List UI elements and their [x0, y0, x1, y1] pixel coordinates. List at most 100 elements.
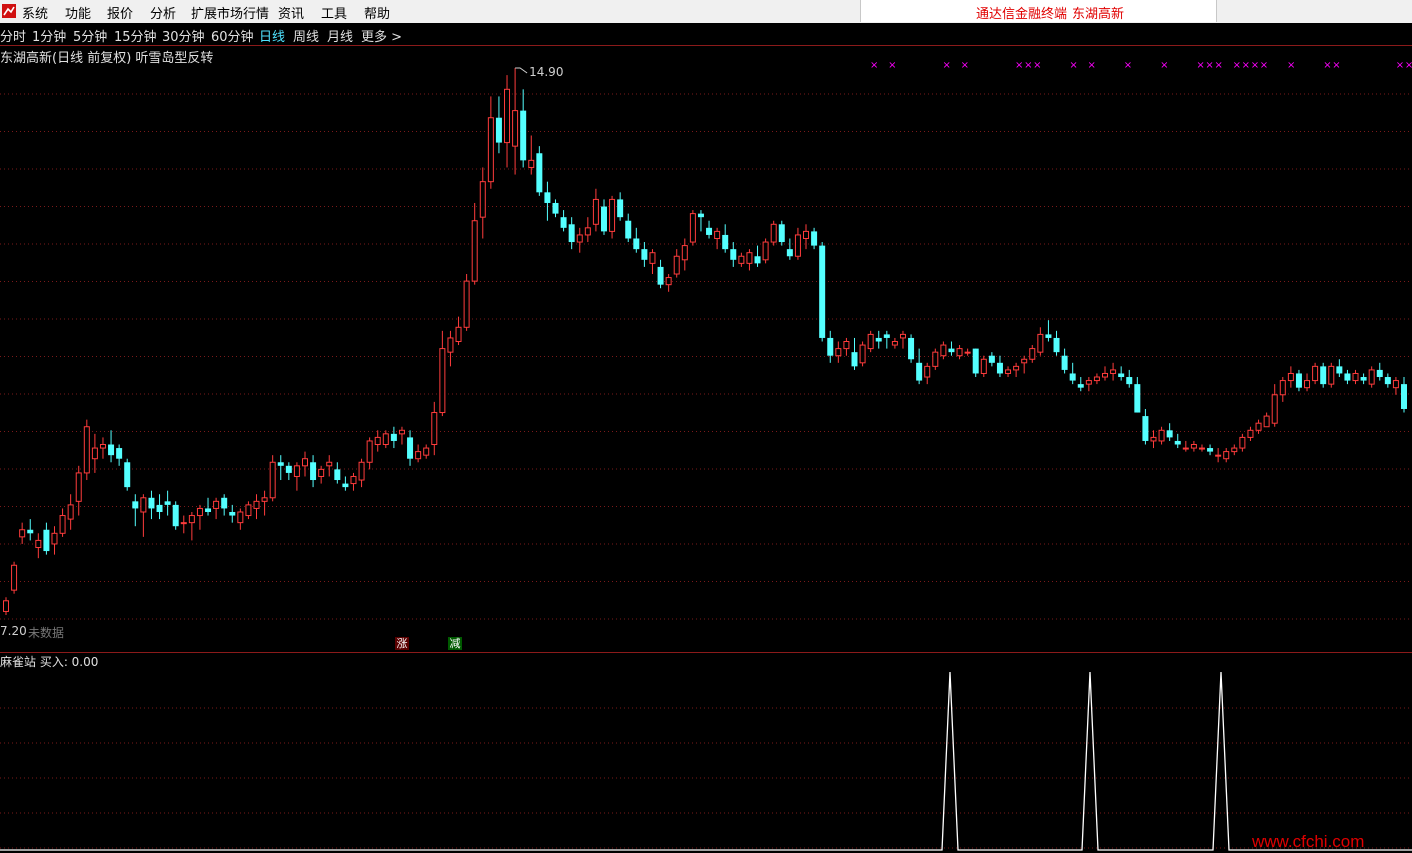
candle-body-up: [463, 280, 470, 328]
candle-body-up: [196, 507, 203, 517]
candle-body-up: [512, 110, 519, 147]
candle-body-up: [1158, 429, 1165, 442]
signal-marker: ×: [1251, 60, 1259, 71]
signal-marker: ×: [961, 60, 969, 71]
candle-body-up: [398, 429, 405, 435]
signal-marker: ×: [1015, 60, 1023, 71]
candle-body-up: [592, 198, 599, 225]
candle-body-down: [1320, 366, 1327, 385]
candle-body-up: [1182, 447, 1189, 450]
candle-body-down: [342, 483, 349, 488]
candle-body-down: [1053, 337, 1060, 353]
candle-body-up: [649, 252, 656, 264]
candle-body-up: [1110, 369, 1117, 374]
candle-body-up: [746, 252, 753, 264]
candle-body-down: [1134, 384, 1141, 413]
candle-body-up: [1021, 358, 1028, 364]
candle-body-up: [51, 532, 58, 545]
candle-body-up: [1037, 333, 1044, 353]
candle-body-up: [1005, 369, 1012, 374]
candle-body-down: [948, 348, 955, 353]
candle-body-up: [261, 497, 268, 502]
candle-body-down: [641, 249, 648, 260]
candle-body-up: [956, 348, 963, 357]
candle-body-up: [374, 436, 381, 446]
candle-body-down: [164, 501, 171, 505]
candle-body-up: [1029, 348, 1036, 360]
down-tag[interactable]: 减: [448, 637, 462, 650]
kline-chart[interactable]: 14.90××××××××××××××××××××××××: [0, 0, 1412, 853]
candle-body-down: [1384, 377, 1391, 385]
signal-marker: ×: [888, 60, 896, 71]
candle-body-down: [617, 199, 624, 218]
candle-body-down: [277, 462, 284, 466]
signal-marker: ×: [1024, 60, 1032, 71]
candle-body-down: [116, 448, 123, 459]
candle-body-up: [835, 348, 842, 357]
candle-body-up: [673, 255, 680, 275]
candle-body-up: [689, 213, 696, 243]
candle-body-down: [1207, 448, 1214, 452]
candle-body-up: [318, 468, 325, 477]
candle-body-down: [883, 334, 890, 338]
candle-body-up: [1263, 415, 1270, 428]
candle-body-up: [1150, 436, 1157, 442]
candle-body-up: [447, 337, 454, 353]
candle-body-down: [568, 224, 575, 243]
candle-body-up: [794, 234, 801, 257]
indicator-title: 麻雀站 买入: 0.00: [0, 655, 99, 669]
candle-body-up: [213, 500, 220, 509]
candle-body-up: [253, 500, 260, 509]
candle-body-down: [827, 337, 834, 356]
candle-body-down: [108, 444, 115, 456]
candle-body-up: [1085, 380, 1092, 385]
candle-body-up: [382, 433, 389, 446]
candle-body-up: [665, 277, 672, 286]
candle-body-up: [1352, 372, 1359, 382]
candle-body-down: [495, 117, 502, 143]
candle-body-down: [811, 231, 818, 246]
low-price-label: 7.20: [0, 624, 27, 638]
signal-marker: ×: [1205, 60, 1213, 71]
candle-body-down: [407, 437, 414, 459]
candle-body-up: [1255, 422, 1262, 431]
candle-body-up: [891, 341, 898, 346]
candle-body-up: [59, 515, 66, 534]
candle-body-up: [1190, 444, 1197, 449]
candle-body-down: [1077, 384, 1084, 388]
signal-marker: ×: [1160, 60, 1168, 71]
candle-body-down: [754, 256, 761, 264]
indicator-top-border: [0, 652, 1412, 653]
candle-body-down: [334, 469, 341, 481]
candle-body-up: [1231, 447, 1238, 453]
candle-body-up: [269, 461, 276, 499]
candle-body-up: [326, 461, 333, 467]
no-data-text: 未数据: [28, 626, 65, 640]
signal-marker: ×: [1260, 60, 1268, 71]
up-tag[interactable]: 涨: [395, 637, 409, 650]
candle-body-up: [19, 529, 26, 538]
candle-body-up: [35, 539, 42, 549]
signal-marker: ×: [1033, 60, 1041, 71]
high-price-pointer: [515, 67, 528, 74]
candle-body-down: [1336, 366, 1343, 374]
candle-body-up: [75, 472, 82, 502]
candle-body-down: [908, 337, 915, 360]
signal-marker: ×: [943, 60, 951, 71]
candle-body-up: [924, 365, 931, 378]
candle-body-up: [1093, 376, 1100, 382]
candle-body-up: [293, 465, 300, 477]
signal-marker: ×: [1323, 60, 1331, 71]
candle-body-up: [358, 461, 365, 481]
candle-body-up: [1013, 365, 1020, 371]
candle-body-down: [706, 227, 713, 235]
signal-marker: ×: [1396, 60, 1404, 71]
candle-body-down: [1069, 373, 1076, 381]
candle-body-up: [738, 255, 745, 264]
candle-body-up: [576, 234, 583, 243]
candle-body-up: [366, 440, 373, 463]
candle-body-up: [67, 504, 74, 520]
candle-body-up: [439, 348, 446, 414]
candle-body-down: [520, 110, 527, 161]
candle-body-down: [1045, 334, 1052, 338]
